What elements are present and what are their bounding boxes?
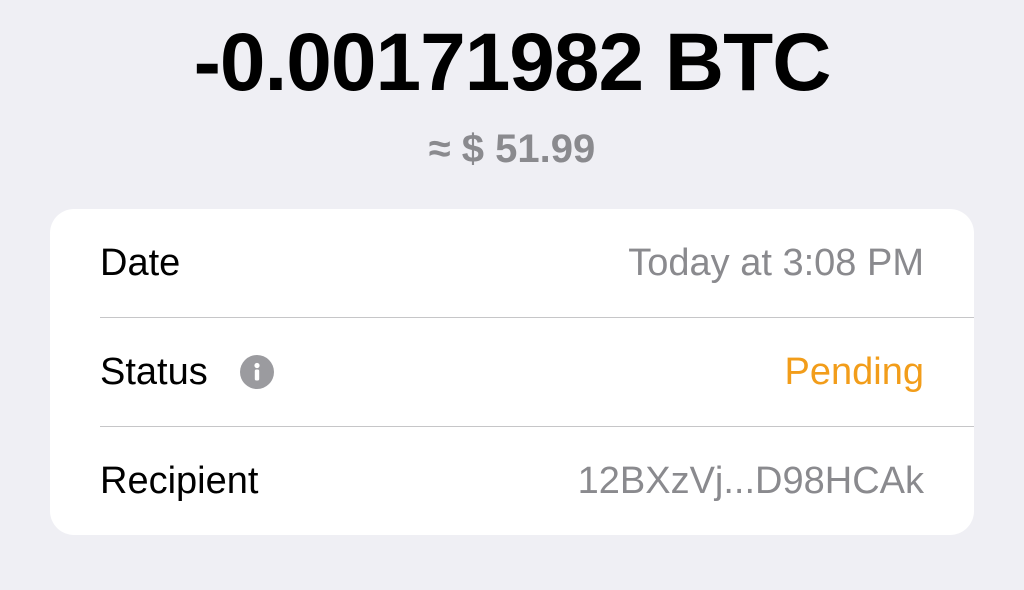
recipient-row[interactable]: Recipient 12BXzVj...D98HCAk bbox=[100, 427, 974, 535]
recipient-address[interactable]: 12BXzVj...D98HCAk bbox=[578, 460, 924, 503]
info-icon[interactable] bbox=[239, 355, 274, 389]
transaction-amount: -0.00171982 BTC bbox=[193, 17, 832, 108]
recipient-label: Recipient bbox=[100, 459, 259, 502]
transaction-details-card: Date Today at 3:08 PM Status Pending Rec… bbox=[50, 209, 974, 535]
fiat-equivalent: ≈ $ 51.99 bbox=[428, 127, 596, 171]
date-row: Date Today at 3:08 PM bbox=[100, 209, 974, 317]
date-label: Date bbox=[100, 241, 181, 284]
status-row: Status Pending bbox=[100, 318, 974, 426]
status-label-group: Status bbox=[100, 351, 274, 394]
date-value: Today at 3:08 PM bbox=[628, 241, 924, 284]
status-value: Pending bbox=[784, 350, 924, 393]
status-label: Status bbox=[100, 350, 208, 393]
